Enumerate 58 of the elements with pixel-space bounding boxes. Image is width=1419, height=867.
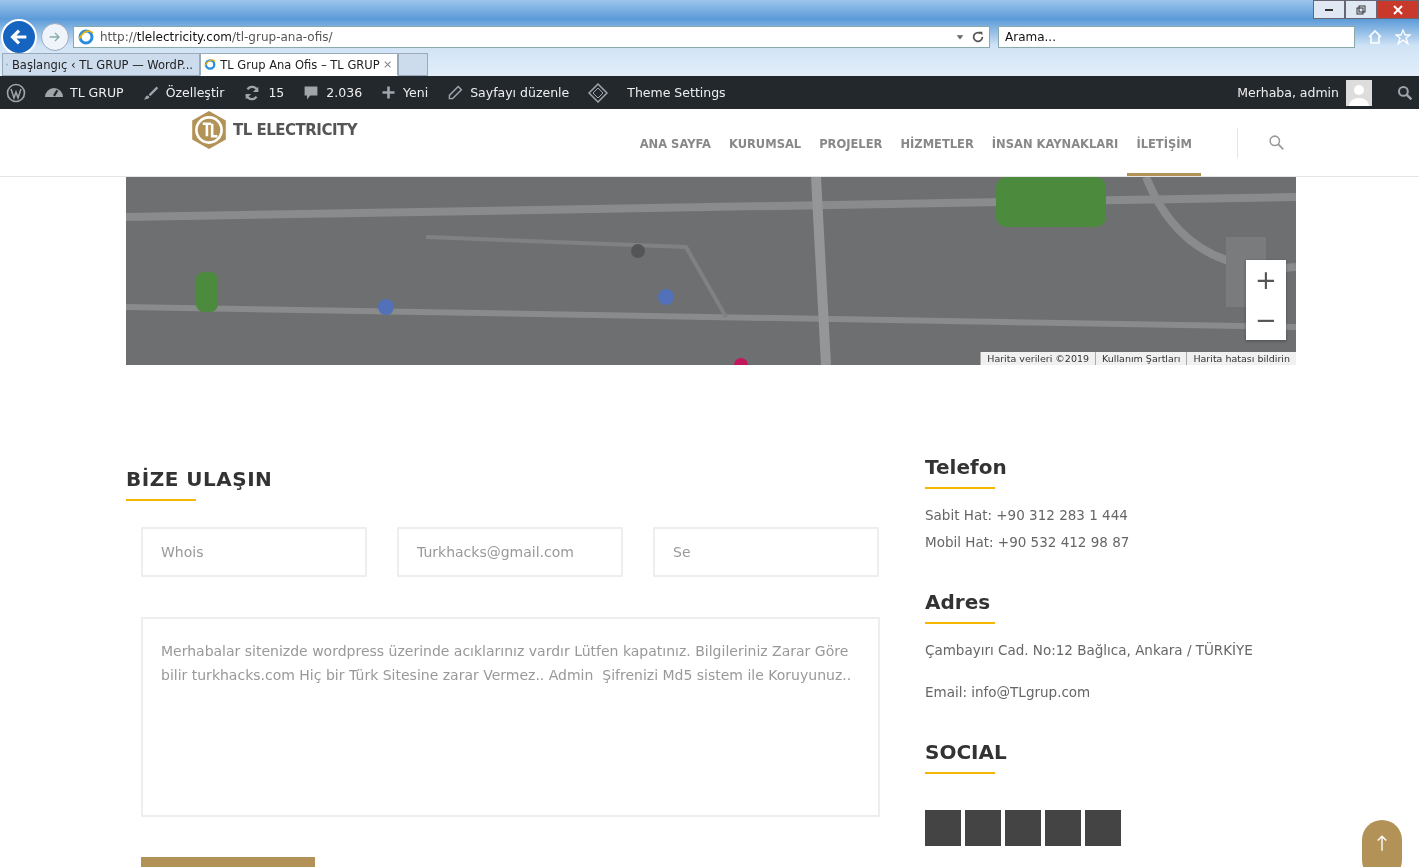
- browser-tab[interactable]: TL Grup Ana Ofis – TL GRUP: [200, 53, 398, 76]
- site-logo[interactable]: TL ELECTRICITY: [188, 109, 358, 151]
- minimize-icon: [1325, 8, 1333, 11]
- refresh-icon[interactable]: [971, 30, 985, 44]
- zoom-in-button[interactable]: +: [1246, 260, 1286, 300]
- close-button[interactable]: [1377, 0, 1419, 19]
- dropdown-icon[interactable]: [955, 32, 965, 42]
- section-heading: BİZE ULAŞIN: [126, 467, 274, 491]
- close-icon[interactable]: [383, 60, 391, 69]
- home-icon[interactable]: [1367, 29, 1383, 45]
- search-icon[interactable]: [1268, 134, 1285, 151]
- admin-bar-item[interactable]: Theme Settings: [627, 85, 735, 100]
- map-attribution-link[interactable]: Harita verileri ©2019: [980, 352, 1096, 365]
- admin-bar-item[interactable]: Yeni: [381, 85, 438, 100]
- section-heading: Telefon: [925, 455, 1008, 479]
- close-icon: [1393, 4, 1403, 15]
- admin-bar-item[interactable]: 2.036: [303, 84, 372, 101]
- zoom-out-button[interactable]: −: [1246, 300, 1286, 340]
- account-menu[interactable]: Merhaba, admin: [1237, 79, 1381, 106]
- brush-icon: [142, 84, 159, 101]
- contact-text: Email: info@TLgrup.com: [925, 684, 1092, 700]
- admin-bar-item[interactable]: Özelleştir: [142, 84, 234, 101]
- diamond-icon: [588, 82, 609, 103]
- avatar-icon: [1346, 79, 1372, 106]
- minimize-button[interactable]: [1313, 0, 1345, 19]
- search-icon[interactable]: [1397, 84, 1413, 101]
- nav-link[interactable]: KURUMSAL: [719, 109, 811, 176]
- nav-link[interactable]: İNSAN KAYNAKLARI: [982, 109, 1128, 176]
- nav-link[interactable]: ANA SAYFA: [630, 109, 720, 176]
- pencil-icon: [447, 84, 464, 101]
- up-arrow-icon: [1376, 834, 1388, 852]
- back-to-top-button[interactable]: [1362, 820, 1402, 867]
- wordpress-logo-icon: [6, 82, 26, 103]
- browser-tab[interactable]: Başlangıç ‹ TL GRUP — WordP...: [2, 53, 200, 76]
- section-heading: Adres: [925, 590, 992, 614]
- section-heading: SOCIAL: [925, 740, 1008, 764]
- contact-text: Mobil Hat: +90 532 412 98 87: [925, 534, 1131, 550]
- nav-link[interactable]: PROJELER: [810, 109, 892, 176]
- restore-button[interactable]: [1345, 0, 1377, 19]
- star-icon[interactable]: [1395, 29, 1411, 45]
- map-attribution-link[interactable]: Harita hatası bildirin: [1186, 352, 1296, 365]
- url-text: http://tlelectricity.com/tl-grup-ana-ofis/: [100, 30, 333, 44]
- admin-bar-item[interactable]: 15: [243, 83, 294, 102]
- contact-text: Sabit Hat: +90 312 283 1 444: [925, 507, 1129, 523]
- comment-icon: [303, 84, 320, 101]
- map-attribution-link[interactable]: Kullanım Şartları: [1095, 352, 1187, 365]
- search-field[interactable]: Arama...: [998, 26, 1355, 48]
- address-bar[interactable]: http://tlelectricity.com/tl-grup-ana-ofis/: [73, 26, 990, 48]
- forward-button[interactable]: [41, 23, 69, 51]
- contact-text: Çambayırı Cad. No:12 Bağlıca, Ankara / TÜRKİYE: [925, 642, 1254, 658]
- admin-bar-item[interactable]: Sayfayı düzenle: [447, 84, 579, 101]
- restore-icon: [1356, 4, 1366, 15]
- nav-link[interactable]: HİZMETLER: [891, 109, 983, 176]
- new-tab-button[interactable]: [398, 53, 428, 76]
- admin-bar-item[interactable]: TL GRUP: [45, 85, 133, 100]
- gauge-icon: [45, 88, 63, 97]
- back-button[interactable]: [1, 19, 37, 55]
- plus-icon: [381, 85, 397, 100]
